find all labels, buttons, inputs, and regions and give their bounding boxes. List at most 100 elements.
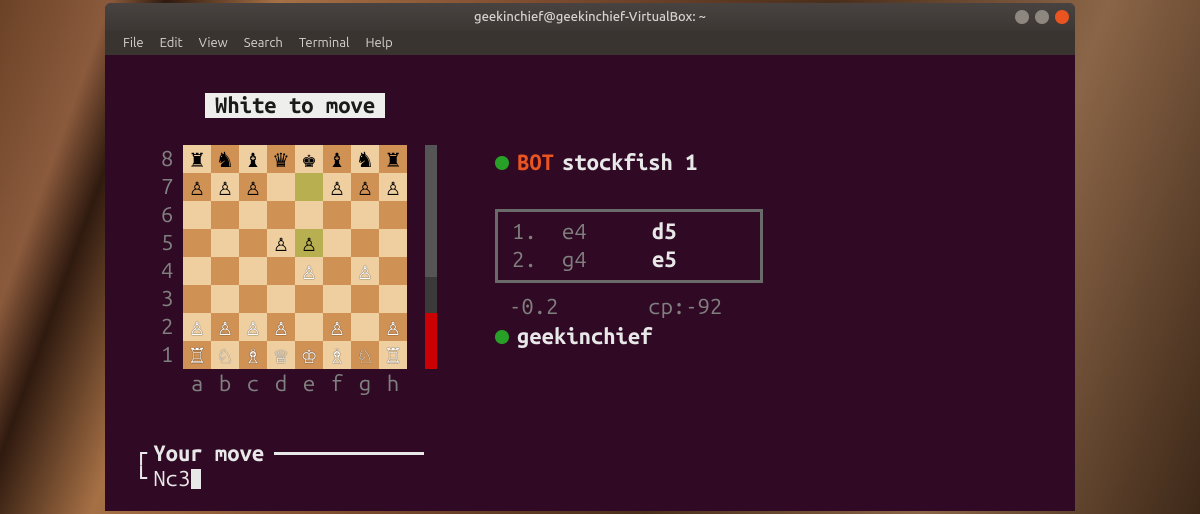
square: ♘ [211,341,239,369]
square [183,285,211,313]
bot-tag: BOT [517,149,554,177]
square: ♝ [239,145,267,173]
square: ♗ [239,341,267,369]
square: ♚ [295,145,323,173]
terminal-window: geekinchief@geekinchief-VirtualBox: ~ Fi… [105,3,1075,511]
square [267,173,295,201]
square [295,313,323,341]
menu-file[interactable]: File [115,36,152,50]
square [379,201,407,229]
online-dot-icon [495,156,509,170]
square: ♙ [183,173,211,201]
square: ♛ [267,145,295,173]
board-grid: ♜♞♝♛♚♝♞♜♙♙♙♙♙♙♙♙♙♙♙♙♙♙♙♙♖♘♗♕♔♗♘♖ [183,145,407,369]
square [239,285,267,313]
file-label: d [267,371,295,396]
eval-bar-bottom [425,313,437,369]
square: ♙ [323,313,351,341]
square [323,285,351,313]
square: ♜ [379,145,407,173]
minimize-button[interactable] [1015,10,1029,24]
player-bottom-row: geekinchief [495,323,763,351]
square [379,229,407,257]
file-label: e [295,371,323,396]
square: ♙ [239,313,267,341]
close-button[interactable] [1055,10,1069,24]
move-input[interactable]: ┌ Your move └ Nc3 [135,441,424,491]
menu-view[interactable]: View [191,36,236,50]
square: ♙ [267,229,295,257]
terminal-body[interactable]: White to move 87654321 ♜♞♝♛♚♝♞♜♙♙♙♙♙♙♙♙♙… [105,55,1075,511]
menu-search[interactable]: Search [236,36,291,50]
square: ♙ [323,173,351,201]
eval-score: -0.2 [509,293,558,321]
file-label: f [323,371,351,396]
menu-help[interactable]: Help [357,36,400,50]
menubar: File Edit View Search Terminal Help [105,31,1075,55]
square: ♙ [295,257,323,285]
square: ♖ [379,341,407,369]
move-row: 1.e4d5 [512,218,746,246]
square [295,173,323,201]
player-top-row: BOT stockfish 1 [495,149,763,177]
file-label: g [351,371,379,396]
square: ♞ [211,145,239,173]
square [323,229,351,257]
square: ♙ [351,173,379,201]
square [211,201,239,229]
eval-row: -0.2 cp:-92 [495,293,763,321]
square: ♘ [351,341,379,369]
menu-edit[interactable]: Edit [152,36,191,50]
square: ♙ [183,313,211,341]
move-white: e4 [562,218,652,246]
square [183,201,211,229]
square: ♔ [295,341,323,369]
eval-bar-mid [425,277,437,313]
eval-cp: cp:-92 [648,293,722,321]
square: ♙ [211,173,239,201]
square [211,257,239,285]
square [211,285,239,313]
file-label: a [183,371,211,396]
square [351,313,379,341]
moves-box: 1.e4d52.g4e5 [495,209,763,283]
rank-label: 2 [161,313,173,341]
square: ♗ [323,341,351,369]
square [351,285,379,313]
chessboard: 87654321 ♜♞♝♛♚♝♞♜♙♙♙♙♙♙♙♙♙♙♙♙♙♙♙♙♖♘♗♕♔♗♘… [183,145,407,369]
square [323,201,351,229]
square [211,229,239,257]
move-black: d5 [652,218,722,246]
file-label: h [379,371,407,396]
square [267,257,295,285]
file-label: c [239,371,267,396]
move-row: 2.g4e5 [512,246,746,274]
square [239,201,267,229]
menu-terminal[interactable]: Terminal [291,36,358,50]
rank-labels: 87654321 [161,145,173,369]
square: ♙ [267,313,295,341]
square [351,229,379,257]
window-titlebar[interactable]: geekinchief@geekinchief-VirtualBox: ~ [105,3,1075,31]
square [379,257,407,285]
rank-label: 8 [161,145,173,173]
square: ♝ [323,145,351,173]
square: ♕ [267,341,295,369]
input-value[interactable]: Nc3 [153,466,190,491]
rank-label: 5 [161,229,173,257]
square [183,229,211,257]
rank-label: 6 [161,201,173,229]
input-divider [274,452,424,455]
square [239,229,267,257]
text-cursor [191,469,201,489]
maximize-button[interactable] [1035,10,1049,24]
rank-label: 7 [161,173,173,201]
player-top-name: stockfish 1 [562,149,698,177]
file-label: b [211,371,239,396]
input-label: Your move [153,441,264,466]
window-buttons [1015,10,1069,24]
move-white: g4 [562,246,652,274]
info-panel: BOT stockfish 1 1.e4d52.g4e5 -0.2 cp:-92… [495,149,763,351]
square [323,257,351,285]
square: ♞ [351,145,379,173]
